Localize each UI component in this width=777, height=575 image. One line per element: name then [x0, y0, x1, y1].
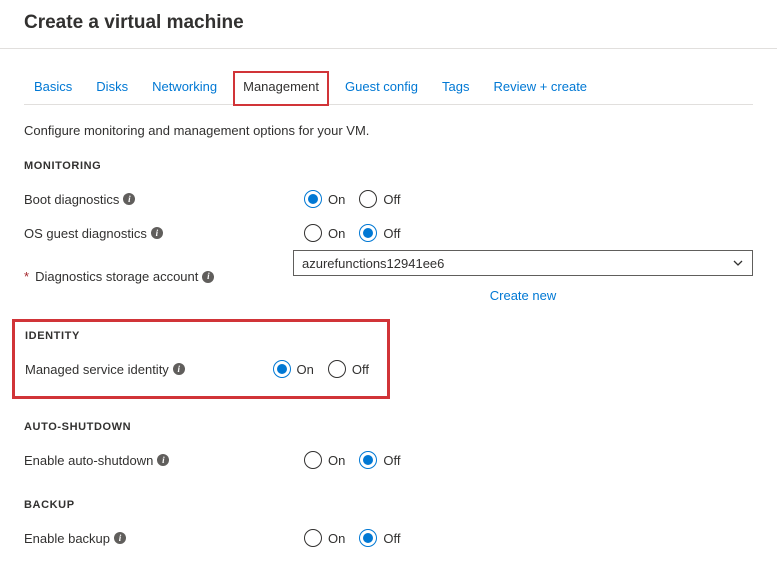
row-managed-service-identity: Managed service identity i On Off	[25, 352, 377, 386]
tab-basics[interactable]: Basics	[32, 73, 74, 104]
boot-diagnostics-off-radio[interactable]: Off	[359, 190, 400, 208]
boot-diagnostics-on-radio[interactable]: On	[304, 190, 345, 208]
msi-on-radio[interactable]: On	[273, 360, 314, 378]
row-boot-diagnostics: Boot diagnostics i On Off	[24, 182, 753, 216]
row-os-guest-diagnostics: OS guest diagnostics i On Off	[24, 216, 753, 250]
os-guest-off-radio[interactable]: Off	[359, 224, 400, 242]
info-icon[interactable]: i	[157, 454, 169, 466]
msi-off-radio[interactable]: Off	[328, 360, 369, 378]
radio-off-label: Off	[352, 362, 369, 377]
page-title: Create a virtual machine	[0, 0, 777, 49]
os-guest-diagnostics-label: OS guest diagnostics	[24, 226, 147, 241]
tab-tags[interactable]: Tags	[440, 73, 471, 104]
radio-on-label: On	[328, 226, 345, 241]
create-new-link[interactable]: Create new	[490, 288, 556, 303]
managed-service-identity-label: Managed service identity	[25, 362, 169, 377]
enable-autoshutdown-label: Enable auto-shutdown	[24, 453, 153, 468]
section-monitoring-header: MONITORING	[24, 160, 753, 172]
radio-on-label: On	[328, 531, 345, 546]
radio-off-label: Off	[383, 453, 400, 468]
radio-on-label: On	[328, 453, 345, 468]
radio-off-label: Off	[383, 226, 400, 241]
diagnostics-storage-value: azurefunctions12941ee6	[302, 256, 444, 271]
identity-highlight-box: IDENTITY Managed service identity i On O…	[12, 319, 390, 399]
chevron-down-icon	[732, 257, 744, 269]
autoshutdown-on-radio[interactable]: On	[304, 451, 345, 469]
info-icon[interactable]: i	[151, 227, 163, 239]
tab-review-create[interactable]: Review + create	[491, 73, 589, 104]
required-asterisk: *	[24, 269, 29, 284]
tab-disks[interactable]: Disks	[94, 73, 130, 104]
radio-on-label: On	[328, 192, 345, 207]
section-autoshutdown-header: AUTO-SHUTDOWN	[24, 421, 753, 433]
radio-off-label: Off	[383, 531, 400, 546]
tab-bar: Basics Disks Networking Management Guest…	[24, 73, 753, 105]
diagnostics-storage-select[interactable]: azurefunctions12941ee6	[293, 250, 753, 276]
tab-description: Configure monitoring and management opti…	[24, 123, 753, 138]
os-guest-on-radio[interactable]: On	[304, 224, 345, 242]
backup-off-radio[interactable]: Off	[359, 529, 400, 547]
info-icon[interactable]: i	[202, 271, 214, 283]
info-icon[interactable]: i	[123, 193, 135, 205]
enable-backup-label: Enable backup	[24, 531, 110, 546]
autoshutdown-off-radio[interactable]: Off	[359, 451, 400, 469]
tab-networking[interactable]: Networking	[150, 73, 219, 104]
row-enable-backup: Enable backup i On Off	[24, 521, 753, 555]
radio-on-label: On	[297, 362, 314, 377]
tab-guest-config[interactable]: Guest config	[343, 73, 420, 104]
row-diagnostics-storage: * Diagnostics storage account i azurefun…	[24, 250, 753, 303]
radio-off-label: Off	[383, 192, 400, 207]
info-icon[interactable]: i	[173, 363, 185, 375]
section-identity-header: IDENTITY	[25, 330, 377, 342]
backup-on-radio[interactable]: On	[304, 529, 345, 547]
section-backup-header: BACKUP	[24, 499, 753, 511]
tab-management[interactable]: Management	[233, 71, 329, 106]
info-icon[interactable]: i	[114, 532, 126, 544]
boot-diagnostics-label: Boot diagnostics	[24, 192, 119, 207]
row-enable-autoshutdown: Enable auto-shutdown i On Off	[24, 443, 753, 477]
diagnostics-storage-label: Diagnostics storage account	[35, 269, 198, 284]
